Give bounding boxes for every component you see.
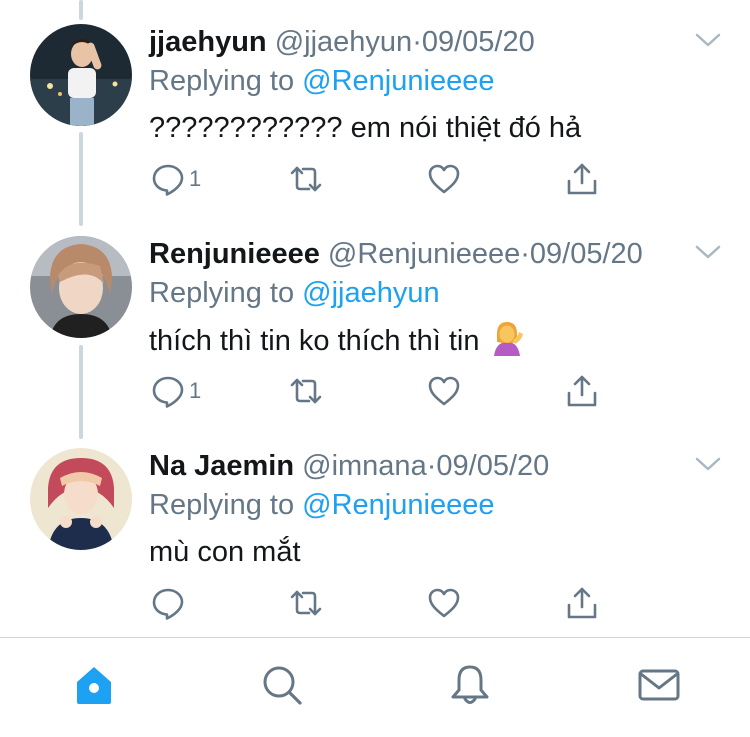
share-icon	[567, 587, 597, 619]
chevron-down-icon[interactable]	[694, 242, 722, 262]
tweet[interactable]: jjaehyun @jjaehyun·09/05/20 Replying to …	[0, 0, 750, 212]
tweet-text: thích thì tin ko thích thì tin	[149, 325, 480, 357]
tab-notifications[interactable]	[447, 662, 493, 708]
heart-icon	[428, 588, 460, 618]
share-icon	[567, 375, 597, 407]
reply-button[interactable]: 1	[151, 372, 201, 410]
handle[interactable]: @jjaehyun	[275, 26, 412, 58]
heart-icon	[428, 376, 460, 406]
tweet[interactable]: Na Jaemin @imnana·09/05/20 Replying to @…	[0, 424, 750, 636]
reply-count: 1	[189, 166, 202, 191]
display-name[interactable]: jjaehyun	[149, 26, 267, 58]
tab-home[interactable]	[71, 662, 117, 708]
avatar-photo	[30, 236, 132, 338]
replying-prefix: Replying to	[149, 489, 295, 521]
retweet-button[interactable]	[289, 160, 323, 198]
avatar[interactable]	[30, 24, 132, 126]
share-button[interactable]	[565, 584, 599, 622]
replying-prefix: Replying to	[149, 65, 295, 97]
timestamp: 09/05/20	[421, 26, 535, 58]
tweet-header: Na Jaemin @imnana·09/05/20	[149, 444, 549, 488]
like-button[interactable]	[427, 160, 461, 198]
handle[interactable]: @imnana	[302, 450, 427, 482]
retweet-button[interactable]	[289, 584, 323, 622]
notifications-icon	[451, 665, 489, 704]
avatar[interactable]	[30, 236, 132, 338]
mention-link[interactable]: @Renjunieeee	[302, 65, 494, 97]
tweet-header: jjaehyun @jjaehyun·09/05/20	[149, 20, 535, 64]
replying-to: Replying to @Renjunieeee	[149, 59, 494, 103]
avatar-photo	[30, 24, 132, 126]
reply-button[interactable]	[151, 584, 189, 622]
retweet-icon	[290, 166, 322, 192]
bottom-tab-bar	[0, 637, 750, 737]
tab-search[interactable]	[259, 662, 305, 708]
home-icon	[77, 667, 111, 704]
avatar[interactable]	[30, 448, 132, 550]
share-button[interactable]	[565, 372, 599, 410]
reply-icon	[152, 376, 184, 408]
reply-icon	[152, 588, 184, 620]
share-button[interactable]	[565, 160, 599, 198]
search-icon	[263, 666, 302, 705]
replying-to: Replying to @jjaehyun	[149, 271, 440, 315]
separator: ·	[520, 238, 530, 270]
mention-link[interactable]: @Renjunieeee	[302, 489, 494, 521]
tweet-text-line: thích thì tin ko thích thì tin	[149, 318, 526, 362]
share-icon	[567, 163, 597, 195]
reply-icon	[152, 164, 184, 196]
separator: ·	[412, 26, 422, 58]
retweet-button[interactable]	[289, 372, 323, 410]
display-name[interactable]: Renjunieeee	[149, 238, 320, 270]
avatar-photo	[30, 448, 132, 550]
handle[interactable]: @Renjunieeee	[328, 238, 520, 270]
like-button[interactable]	[427, 372, 461, 410]
separator: ·	[426, 450, 437, 482]
mention-link[interactable]: @jjaehyun	[302, 277, 439, 309]
reply-count: 1	[189, 378, 202, 403]
tweet-text: mù con mắt	[149, 536, 301, 568]
retweet-icon	[290, 378, 322, 404]
messages-icon	[638, 669, 680, 701]
chevron-down-icon[interactable]	[694, 30, 722, 50]
tweet-text: ???????????? em nói thiệt đó hả	[149, 112, 582, 144]
reply-button[interactable]: 1	[151, 160, 201, 198]
like-button[interactable]	[427, 584, 461, 622]
heart-icon	[428, 164, 460, 194]
display-name[interactable]: Na Jaemin	[149, 450, 294, 482]
tweet-actions	[149, 584, 619, 624]
person-tipping-hand-emoji	[493, 322, 523, 356]
tweet-actions: 1	[149, 372, 619, 412]
timestamp: 09/05/20	[529, 238, 643, 270]
tweet-header: Renjunieeee @Renjunieeee·09/05/20	[149, 232, 643, 276]
replying-to: Replying to @Renjunieeee	[149, 483, 494, 527]
retweet-icon	[290, 590, 322, 616]
tweet[interactable]: Renjunieeee @Renjunieeee·09/05/20 Replyi…	[0, 212, 750, 424]
timestamp: 09/05/20	[436, 450, 550, 482]
replying-prefix: Replying to	[149, 277, 295, 309]
tweet-actions: 1	[149, 160, 619, 200]
chevron-down-icon[interactable]	[694, 454, 722, 474]
tab-messages[interactable]	[636, 662, 682, 708]
